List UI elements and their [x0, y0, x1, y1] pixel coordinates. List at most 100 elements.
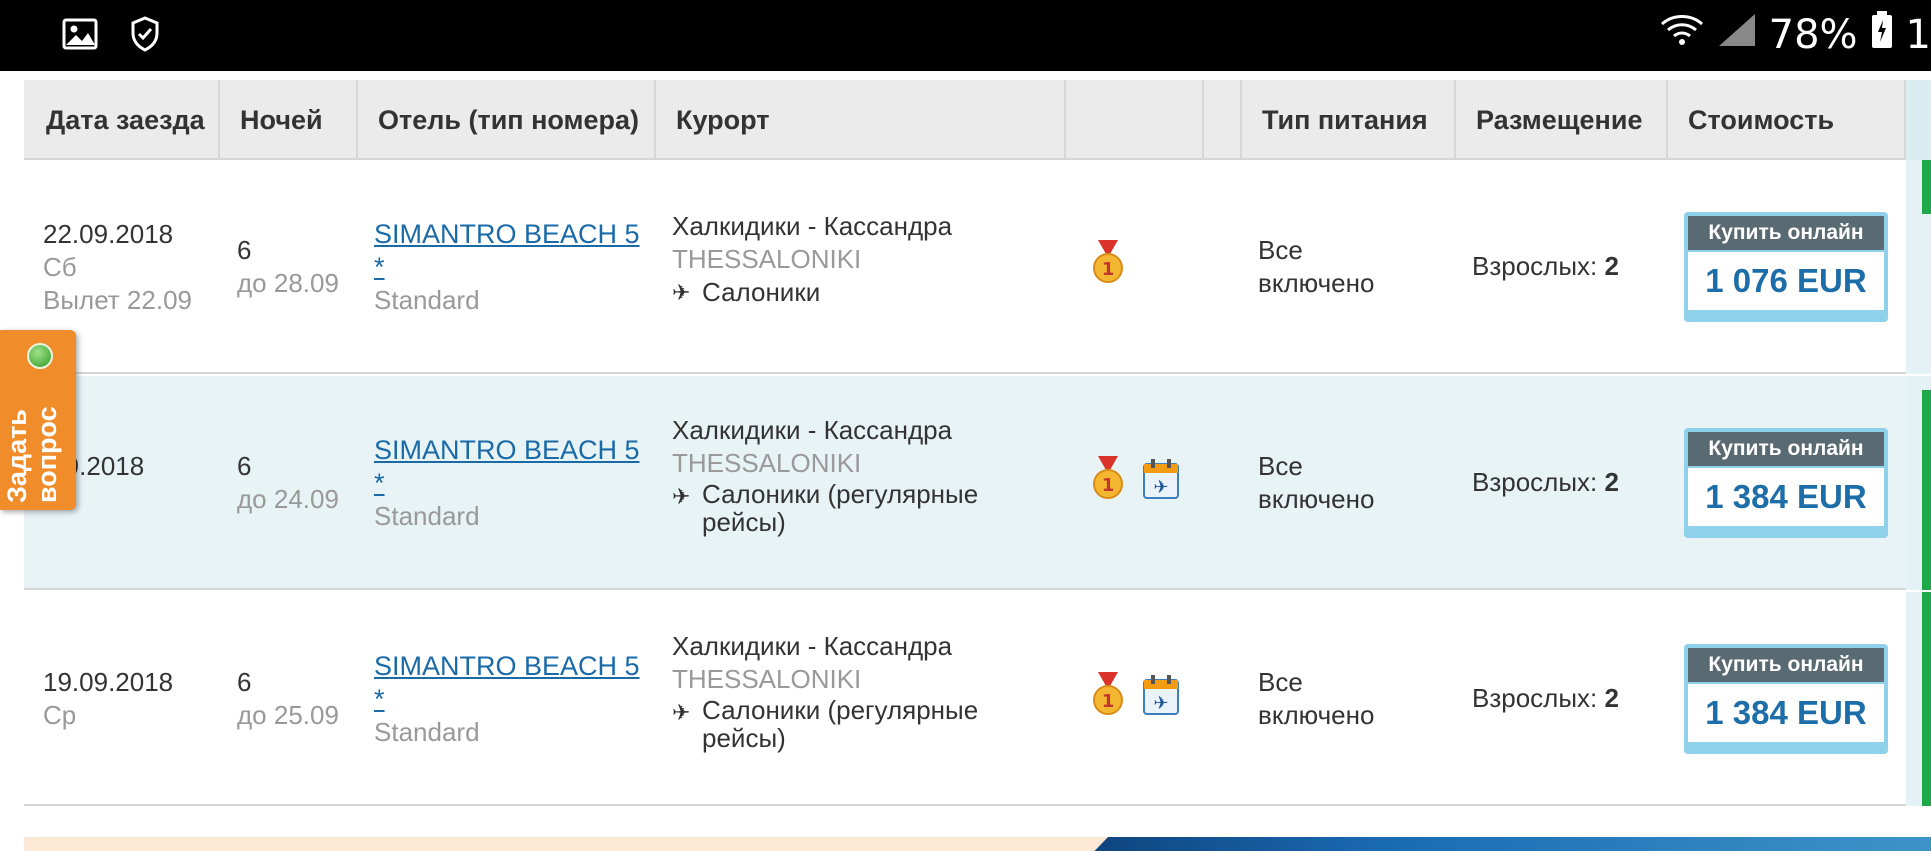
table-row: 22.09.2018 Сб Вылет 22.09 6 до 28.09 SIM… [24, 160, 1931, 374]
buy-online-button[interactable]: Купить онлайн 1 384 EUR [1684, 644, 1888, 754]
until-date: до 24.09 [237, 484, 339, 514]
room-type: Standard [374, 501, 480, 531]
region-name: THESSALONIKI [672, 664, 862, 694]
flight-line-2: рейсы) [702, 723, 786, 753]
plane-arrow-icon: ✈ [672, 280, 691, 305]
room-type: Standard [374, 285, 480, 315]
row-placement: Взрослых: 2 [1472, 466, 1619, 499]
row-hotel: SIMANTRO BEACH 5 * Standard [374, 650, 640, 749]
signal-icon [1717, 12, 1757, 58]
online-status-icon [27, 343, 53, 369]
medal-icon: 1 [1092, 456, 1124, 502]
status-green-bar [1922, 390, 1931, 590]
header-meal: Тип питания [1242, 80, 1456, 160]
medal-icon: 1 [1092, 672, 1124, 718]
flight-city: Салоники (регулярные рейсы) [702, 480, 978, 536]
date-value: 19.09.2018 [43, 667, 174, 697]
hotel-link-stars[interactable]: * [374, 683, 640, 716]
row-nights: 6 до 28.09 [237, 234, 339, 300]
hotel-link-stars[interactable]: * [374, 251, 640, 284]
header-extra-2 [1204, 80, 1242, 160]
row-hotel: SIMANTRO BEACH 5 * Standard [374, 434, 640, 533]
date-value: 22.09.2018 [43, 219, 174, 249]
price: 1 384 EUR [1688, 468, 1884, 526]
hotel-link-stars[interactable]: * [374, 467, 640, 500]
bottom-banner [24, 837, 1024, 851]
flight-info: ✈ Салоники (регулярные рейсы) [672, 696, 978, 752]
header-price: Стоимость [1668, 80, 1906, 160]
price: 1 384 EUR [1688, 684, 1884, 742]
region-name: THESSALONIKI [672, 448, 862, 478]
svg-text:✈: ✈ [1153, 693, 1168, 714]
table-row: 19.09.2018 Ср 6 до 25.09 SIMANTRO BEACH … [24, 592, 1931, 806]
row-date: 22.09.2018 Сб Вылет 22.09 [43, 218, 192, 317]
flight-city: Салоники (регулярные рейсы) [702, 696, 978, 752]
plane-arrow-icon: ✈ [672, 484, 691, 509]
svg-text:1: 1 [1102, 691, 1115, 712]
header-placement: Размещение [1456, 80, 1668, 160]
row-date: 19.09.2018 Ср [43, 666, 173, 732]
row-meal: Все включено [1258, 450, 1374, 516]
placement-value: 2 [1604, 251, 1619, 281]
ask-question-tab[interactable]: Задать вопрос [0, 330, 76, 510]
hotel-link[interactable]: SIMANTRO BEACH 5 [374, 650, 640, 683]
placement-label: Взрослых: [1472, 251, 1598, 281]
ask-question-label: Задать вопрос [2, 406, 62, 503]
weekday: Ср [43, 700, 77, 730]
row-hotel: SIMANTRO BEACH 5 * Standard [374, 218, 640, 317]
placement-value: 2 [1604, 683, 1619, 713]
table-header: Дата заезда Ночей Отель (тип номера) Кур… [24, 80, 1906, 160]
svg-text:1: 1 [1102, 259, 1115, 280]
flight-info: ✈ Салоники [672, 276, 952, 309]
flight-line-2: рейсы) [702, 507, 786, 537]
buy-online-label: Купить онлайн [1688, 432, 1884, 466]
meal-line-2: включено [1258, 700, 1375, 730]
placement-label: Взрослых: [1472, 683, 1598, 713]
table-row: .09.2018 6 до 24.09 SIMANTRO BEACH 5 * S… [24, 376, 1931, 590]
departure-date: Вылет 22.09 [43, 285, 192, 315]
row-resort: Халкидики - Кассандра THESSALONIKI ✈ Сал… [672, 210, 952, 309]
meal-line-1: Все [1258, 667, 1303, 697]
shield-check-icon [130, 16, 160, 57]
buy-online-button[interactable]: Купить онлайн 1 076 EUR [1684, 212, 1888, 322]
price: 1 076 EUR [1688, 252, 1884, 310]
svg-text:1: 1 [1102, 475, 1115, 496]
header-hotel: Отель (тип номера) [358, 80, 656, 160]
meal-line-2: включено [1258, 484, 1375, 514]
hotel-link[interactable]: SIMANTRO BEACH 5 [374, 434, 640, 467]
buy-online-button[interactable]: Купить онлайн 1 384 EUR [1684, 428, 1888, 538]
meal-line-1: Все [1258, 235, 1303, 265]
row-resort: Халкидики - Кассандра THESSALONIKI ✈ Сал… [672, 630, 978, 752]
header-right-edge [1906, 80, 1931, 160]
resort-name: Халкидики - Кассандра [672, 211, 953, 241]
hotel-link[interactable]: SIMANTRO BEACH 5 [374, 218, 640, 251]
placement-value: 2 [1604, 467, 1619, 497]
flight-info: ✈ Салоники (регулярные рейсы) [672, 480, 978, 536]
header-resort: Курорт [656, 80, 1066, 160]
ask-question-line-2: вопрос [32, 406, 62, 503]
header-extra-1 [1066, 80, 1204, 160]
buy-online-label: Купить онлайн [1688, 648, 1884, 682]
scheduled-flight-calendar-icon: ✈ [1142, 674, 1180, 716]
image-icon [62, 18, 98, 55]
ask-question-line-1: Задать [2, 409, 32, 503]
row-placement: Взрослых: 2 [1472, 250, 1619, 283]
until-date: до 25.09 [237, 700, 339, 730]
placement-label: Взрослых: [1472, 467, 1598, 497]
nights-value: 6 [237, 235, 252, 265]
row-nights: 6 до 25.09 [237, 666, 339, 732]
until-date: до 28.09 [237, 268, 339, 298]
flight-line-1: Салоники (регулярные [702, 479, 979, 509]
meal-line-2: включено [1258, 268, 1375, 298]
meal-line-1: Все [1258, 451, 1303, 481]
nights-value: 6 [237, 667, 252, 697]
region-name: THESSALONIKI [672, 244, 862, 274]
flight-city: Салоники [702, 277, 821, 307]
clock-partial: 1 [1905, 12, 1931, 58]
flight-line-1: Салоники (регулярные [702, 695, 979, 725]
scheduled-flight-calendar-icon: ✈ [1142, 458, 1180, 500]
resort-name: Халкидики - Кассандра [672, 631, 953, 661]
battery-icon [1870, 10, 1894, 60]
nights-value: 6 [237, 451, 252, 481]
medal-icon: 1 [1092, 240, 1124, 286]
